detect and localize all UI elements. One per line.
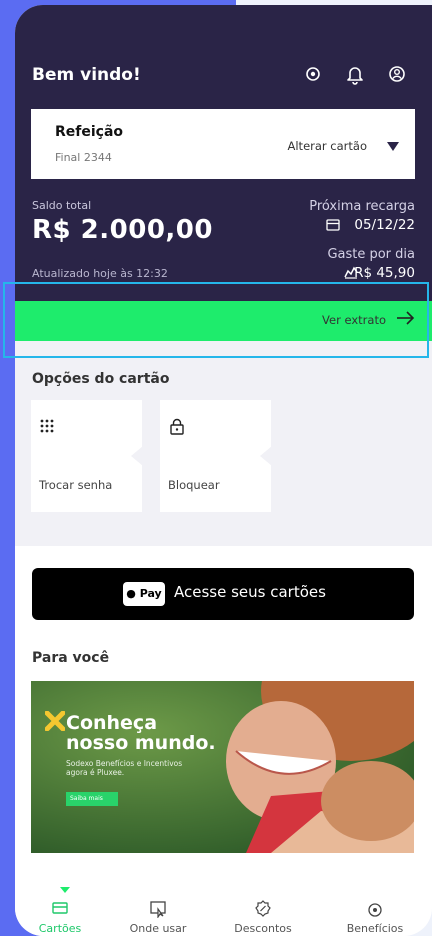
nav-label: Cartões: [38, 922, 82, 935]
promo-banner[interactable]: Conheça nosso mundo. Sodexo Benefícios e…: [31, 681, 414, 853]
chevron-down-icon[interactable]: [387, 142, 399, 151]
card-name: Refeição: [55, 124, 124, 140]
keypad-icon: [40, 419, 54, 433]
apple-pay-badge-text: Pay: [139, 587, 162, 600]
bell-icon[interactable]: [344, 63, 366, 85]
balance-updated: Atualizado hoje às 12:32: [32, 267, 168, 280]
profile-icon[interactable]: [386, 63, 408, 85]
nav-label: Descontos: [234, 922, 292, 935]
banner-cta-button[interactable]: Saiba mais: [66, 792, 118, 806]
eye-icon[interactable]: [302, 63, 324, 85]
apple-pay-label: Acesse seus cartões: [174, 583, 326, 601]
tile-notch: [260, 446, 272, 466]
benefits-icon: [368, 903, 382, 917]
card-icon: [326, 219, 340, 231]
apple-logo-icon: ●: [126, 587, 136, 600]
card-final-digits: Final 2344: [55, 151, 112, 164]
banner-title-line1: Conheça: [66, 712, 158, 734]
card-options-section: Opções do cartão Trocar senha Bloquear: [15, 341, 432, 546]
nav-item-discounts[interactable]: Descontos: [223, 896, 303, 936]
balance-value: R$ 2.000,00: [32, 215, 213, 245]
nav-item-benefits[interactable]: Benefícios: [335, 896, 415, 936]
banner-copy: Conheça nosso mundo. Sodexo Benefícios e…: [48, 713, 216, 777]
banner-subtitle-line2: agora é Pluxee.: [66, 768, 125, 777]
apple-pay-button[interactable]: ● Pay Acesse seus cartões: [32, 568, 414, 620]
nav-item-where-to-use[interactable]: Onde usar: [118, 896, 198, 936]
change-card-link[interactable]: Alterar cartão: [288, 139, 368, 153]
daily-spend-value: R$ 45,90: [354, 265, 415, 281]
card-icon: [52, 902, 68, 914]
option-label: Trocar senha: [39, 478, 113, 492]
content-section: ● Pay Acesse seus cartões Para você Conh…: [15, 546, 432, 896]
arrow-right-icon[interactable]: [396, 311, 416, 325]
nav-label: Onde usar: [129, 922, 187, 935]
map-cursor-icon: [150, 901, 166, 918]
apple-pay-badge: ● Pay: [123, 582, 165, 606]
option-block-card[interactable]: Bloquear: [160, 400, 272, 512]
banner-title-line2: nosso mundo.: [66, 732, 216, 754]
next-recharge-label: Próxima recarga: [309, 199, 415, 214]
option-label: Bloquear: [168, 478, 220, 492]
welcome-title: Bem vindo!: [32, 65, 141, 85]
view-statement-link[interactable]: Ver extrato: [322, 313, 386, 327]
banner-subtitle-line1: Sodexo Benefícios e Incentivos: [66, 759, 183, 768]
discount-badge-icon: [255, 900, 271, 917]
card-selector[interactable]: Refeição Final 2344 Alterar cartão: [31, 109, 415, 179]
tile-notch: [131, 446, 143, 466]
options-title: Opções do cartão: [32, 371, 170, 387]
next-recharge-date: 05/12/22: [354, 217, 415, 233]
phone-screen: Bem vindo! Refeição Final 2344 Alterar c…: [15, 5, 432, 936]
bottom-nav: Cartões Onde usar Descontos Benefícios: [15, 887, 432, 936]
active-indicator: [60, 887, 70, 893]
option-change-password[interactable]: Trocar senha: [31, 400, 143, 512]
for-you-title: Para você: [32, 650, 110, 666]
daily-spend-label: Gaste por dia: [327, 247, 415, 262]
statement-bar[interactable]: Ver extrato: [15, 301, 432, 341]
lock-icon: [170, 418, 184, 435]
balance-label: Saldo total: [32, 199, 92, 212]
header: Bem vindo! Refeição Final 2344 Alterar c…: [15, 5, 432, 301]
nav-label: Benefícios: [346, 922, 404, 935]
nav-item-cards[interactable]: Cartões: [20, 887, 100, 936]
